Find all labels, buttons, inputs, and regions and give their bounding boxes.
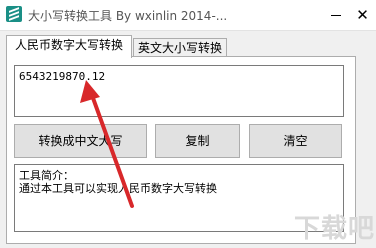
amount-input[interactable]: 6543219870.12 [14, 65, 344, 117]
window-title: 大小写转换工具 By wxinlin 2014-... [28, 9, 228, 23]
info-description: 通过本工具可以实现人民币数字大写转换 [19, 182, 217, 195]
tab-rmb-uppercase[interactable]: 人民币数字大写转换 [6, 35, 132, 58]
app-icon [6, 6, 22, 22]
title-bar: 大小写转换工具 By wxinlin 2014-... ✕ [0, 0, 376, 31]
convert-button[interactable]: 转换成中文大写 [14, 124, 147, 158]
watermark-logo: 下载吧 [294, 214, 376, 244]
minimize-button[interactable] [323, 0, 349, 30]
close-button[interactable]: ✕ [349, 0, 376, 30]
copy-button[interactable]: 复制 [155, 124, 240, 158]
clear-button[interactable]: 清空 [249, 124, 342, 158]
amount-value: 6543219870.12 [19, 70, 106, 83]
